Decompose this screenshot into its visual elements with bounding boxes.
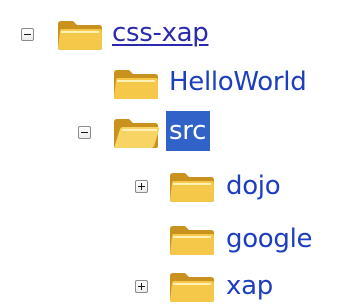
tree-node-label[interactable]: dojo — [226, 166, 281, 206]
tree-node-google[interactable]: google — [0, 215, 337, 265]
tree-node-label[interactable]: HelloWorld — [169, 62, 307, 102]
tree-node-label[interactable]: css-xap — [112, 13, 209, 53]
collapse-minus-icon[interactable] — [78, 126, 91, 139]
tree-node-css-xap[interactable]: css-xap — [0, 8, 337, 58]
folder-icon — [58, 21, 102, 50]
tree-node-src[interactable]: src — [0, 106, 337, 156]
tree-node-dojo[interactable]: dojo — [0, 162, 337, 212]
tree-node-label[interactable]: src — [166, 111, 211, 151]
expand-plus-icon[interactable] — [135, 180, 148, 193]
folder-icon — [114, 70, 158, 99]
tree-node-label[interactable]: xap — [226, 266, 273, 306]
folder-icon — [170, 173, 214, 202]
collapse-minus-icon[interactable] — [21, 28, 34, 41]
tree-node-xap[interactable]: xap — [0, 262, 337, 306]
folder-icon — [170, 226, 214, 255]
folder-tree: css-xap HelloWorld src dojo google xap — [0, 0, 337, 306]
expand-plus-icon[interactable] — [135, 280, 148, 293]
tree-node-label[interactable]: google — [226, 219, 313, 259]
folder-icon — [170, 273, 214, 302]
tree-node-helloworld[interactable]: HelloWorld — [0, 57, 337, 107]
folder-open-icon — [114, 119, 160, 148]
